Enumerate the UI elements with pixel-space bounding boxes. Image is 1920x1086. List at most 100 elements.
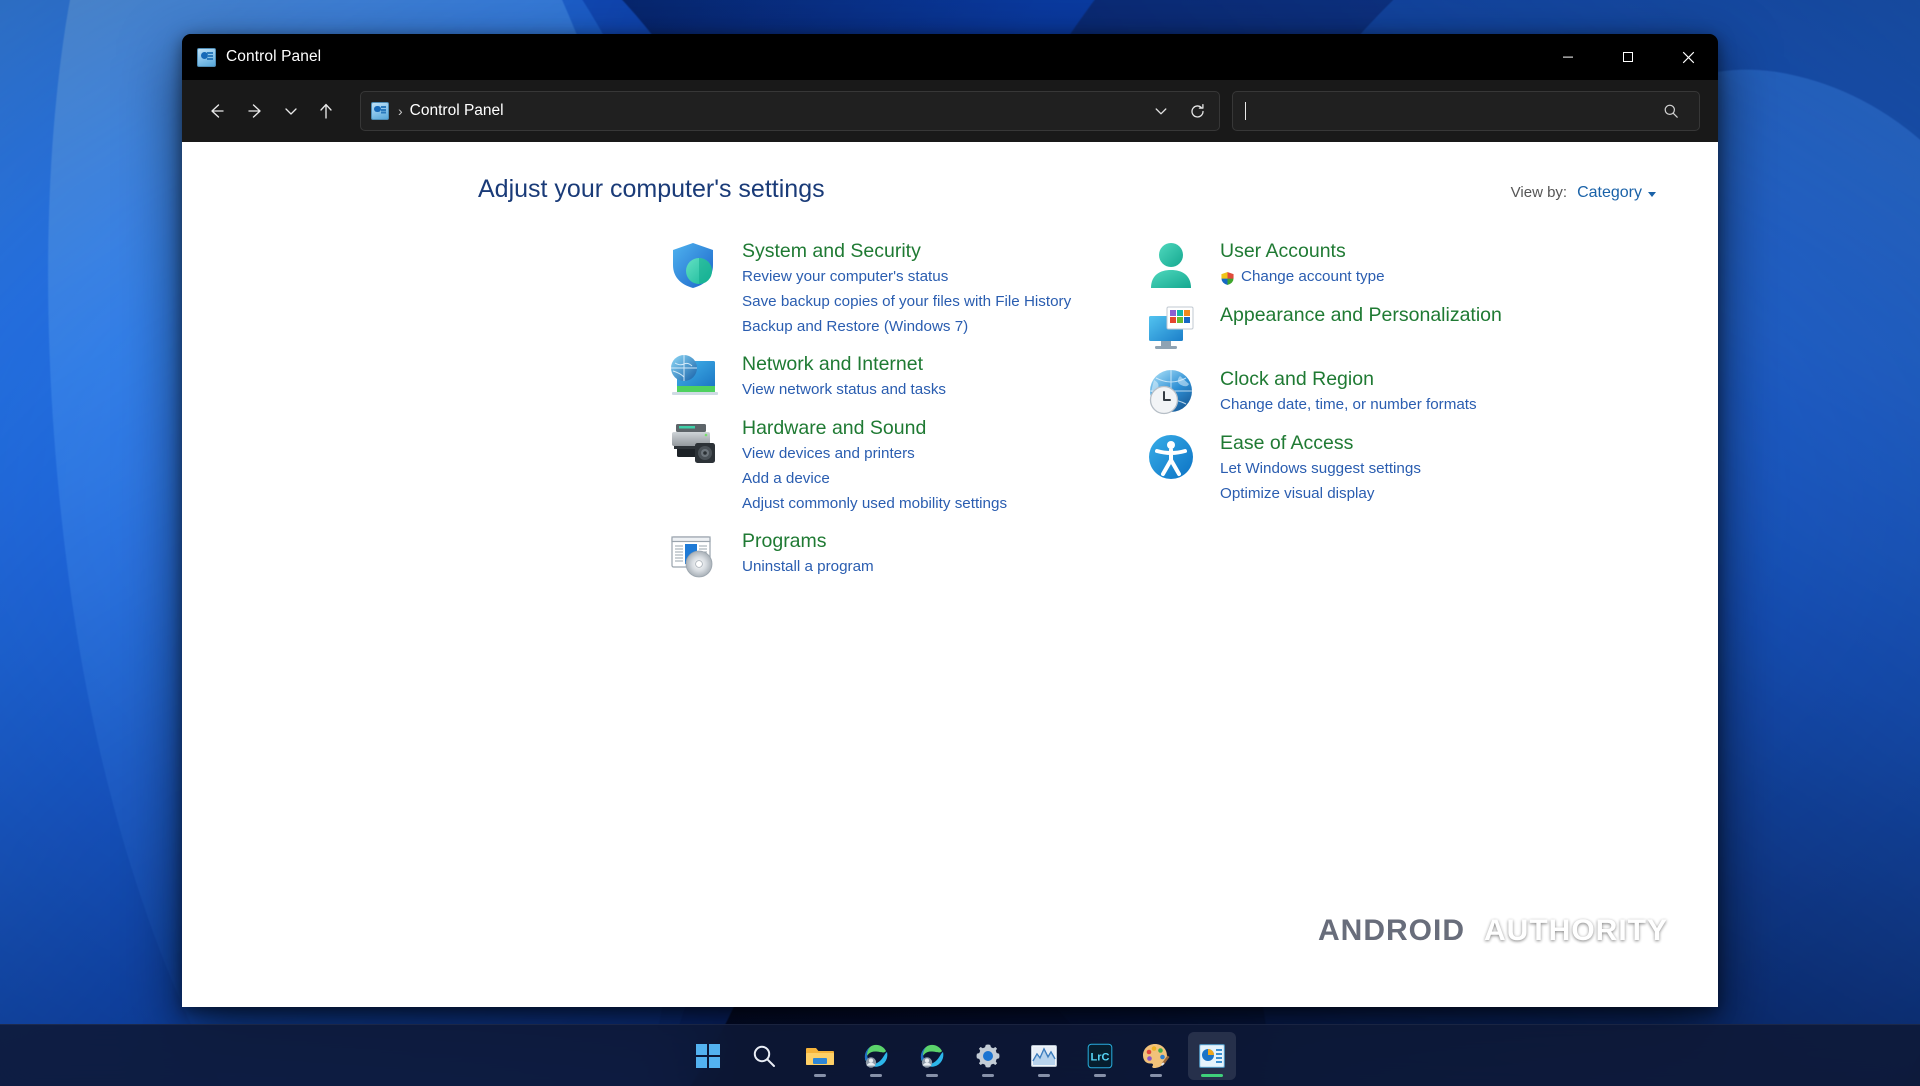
category-body: User Accounts Change account type xyxy=(1202,238,1385,290)
view-by-label: View by: xyxy=(1510,184,1568,201)
taskbar-start-button[interactable] xyxy=(684,1032,732,1080)
uac-shield-icon xyxy=(1220,269,1235,286)
clock-globe-icon[interactable] xyxy=(1140,366,1202,418)
taskbar-edge-browser-1[interactable] xyxy=(852,1032,900,1080)
recent-locations-button[interactable] xyxy=(276,92,306,130)
category-link[interactable]: Add a device xyxy=(742,466,1007,491)
category-link[interactable]: View network status and tasks xyxy=(742,377,946,402)
appearance-icon[interactable] xyxy=(1140,302,1202,354)
window-title: Control Panel xyxy=(226,48,322,65)
page-title: Adjust your computer's settings xyxy=(478,175,825,203)
address-bar[interactable]: › Control Panel xyxy=(360,91,1220,131)
window-controls xyxy=(1538,34,1718,80)
category-column-left: System and Security Review your computer'… xyxy=(662,238,1140,592)
network-monitor-icon[interactable] xyxy=(662,351,724,403)
breadcrumb-separator: › xyxy=(398,103,403,119)
category-body: Appearance and Personalization xyxy=(1202,302,1502,354)
taskbar-edge-browser-2[interactable] xyxy=(908,1032,956,1080)
category-link[interactable]: Optimize visual display xyxy=(1220,481,1421,506)
search-icon xyxy=(751,1043,777,1069)
control-panel-icon xyxy=(197,47,216,67)
category-title[interactable]: Programs xyxy=(742,528,874,554)
category-link[interactable]: Uninstall a program xyxy=(742,554,874,579)
category-title[interactable]: User Accounts xyxy=(1220,238,1385,264)
taskbar-paint-app[interactable] xyxy=(1132,1032,1180,1080)
folder-icon xyxy=(806,1044,834,1068)
category-title[interactable]: Appearance and Personalization xyxy=(1220,302,1502,328)
category-link-label: Add a device xyxy=(742,470,830,487)
maximize-button[interactable] xyxy=(1598,34,1658,80)
category-link[interactable]: Change date, time, or number formats xyxy=(1220,392,1477,417)
taskbar-lightroom-classic[interactable]: LrC xyxy=(1076,1032,1124,1080)
taskbar-settings-app[interactable] xyxy=(964,1032,1012,1080)
minimize-button[interactable] xyxy=(1538,34,1598,80)
category-link[interactable]: Change account type xyxy=(1220,264,1385,289)
forward-button[interactable] xyxy=(236,92,276,130)
category-link-label: Change date, time, or number formats xyxy=(1220,396,1477,413)
category-body: Programs Uninstall a program xyxy=(724,528,874,580)
category-grid: System and Security Review your computer'… xyxy=(182,204,1718,592)
category-link-label: View network status and tasks xyxy=(742,381,947,398)
refresh-icon[interactable] xyxy=(1179,94,1215,128)
view-by-dropdown[interactable]: Category xyxy=(1577,184,1656,202)
category-item: Hardware and Sound View devices and print… xyxy=(662,415,1140,516)
category-link-label: Change account type xyxy=(1241,268,1385,285)
search-icon[interactable] xyxy=(1653,94,1689,128)
category-link[interactable]: Backup and Restore (Windows 7) xyxy=(742,314,1071,339)
category-title[interactable]: Clock and Region xyxy=(1220,366,1477,392)
view-by-control: View by: Category xyxy=(1511,184,1656,202)
lrc-icon: LrC xyxy=(1087,1042,1113,1069)
category-body: Ease of Access Let Windows suggest settin… xyxy=(1202,430,1421,506)
category-link-label: Adjust commonly used mobility settings xyxy=(742,495,1008,512)
close-button[interactable] xyxy=(1658,34,1718,80)
category-item: User Accounts Change account type xyxy=(1140,238,1718,290)
navigation-toolbar: › Control Panel xyxy=(182,80,1718,142)
category-link[interactable]: Review your computer's status xyxy=(742,264,1071,289)
chart-icon xyxy=(1031,1044,1057,1067)
control-panel-icon xyxy=(1199,1043,1225,1068)
printer-speaker-icon[interactable] xyxy=(662,415,724,516)
category-link-label: Let Windows suggest settings xyxy=(1220,460,1421,477)
up-button[interactable] xyxy=(306,92,346,130)
edge-icon xyxy=(862,1042,890,1070)
category-item: System and Security Review your computer'… xyxy=(662,238,1140,339)
shield-icon[interactable] xyxy=(662,238,724,339)
category-title[interactable]: System and Security xyxy=(742,238,1071,264)
chevron-down-icon[interactable] xyxy=(1143,94,1179,128)
category-title[interactable]: Hardware and Sound xyxy=(742,415,1007,441)
taskbar-file-explorer[interactable] xyxy=(796,1032,844,1080)
search-input[interactable] xyxy=(1245,102,1653,120)
taskbar-control-panel-task[interactable] xyxy=(1188,1031,1236,1080)
category-item: Clock and Region Change date, time, or nu… xyxy=(1140,366,1718,418)
window-titlebar[interactable]: Control Panel xyxy=(182,34,1718,80)
search-box[interactable] xyxy=(1232,91,1700,131)
breadcrumb-path[interactable]: Control Panel xyxy=(410,102,1143,120)
category-item: Programs Uninstall a program xyxy=(662,528,1140,580)
taskbar: LrC xyxy=(0,1024,1920,1086)
taskbar-running-indicator xyxy=(870,1073,882,1077)
taskbar-task-manager[interactable] xyxy=(1020,1032,1068,1080)
category-item: Appearance and Personalization xyxy=(1140,302,1718,354)
control-panel-content: Adjust your computer's settings View by:… xyxy=(182,142,1718,1007)
category-body: Clock and Region Change date, time, or nu… xyxy=(1202,366,1477,418)
taskbar-search-button[interactable] xyxy=(740,1032,788,1080)
category-link[interactable]: Save backup copies of your files with Fi… xyxy=(742,289,1071,314)
taskbar-running-indicator xyxy=(982,1073,994,1077)
control-panel-icon xyxy=(371,102,389,120)
ease-of-access-icon[interactable] xyxy=(1140,430,1202,506)
category-item: Ease of Access Let Windows suggest settin… xyxy=(1140,430,1718,506)
control-panel-window: Control Panel › Control Panel Adjust you… xyxy=(182,34,1718,1007)
category-link-label: Backup and Restore (Windows 7) xyxy=(742,318,969,335)
user-account-icon[interactable] xyxy=(1140,238,1202,290)
category-title[interactable]: Ease of Access xyxy=(1220,430,1421,456)
category-link[interactable]: View devices and printers xyxy=(742,441,1007,466)
category-title[interactable]: Network and Internet xyxy=(742,351,946,377)
content-header: Adjust your computer's settings View by:… xyxy=(182,142,1718,204)
view-by-value: Category xyxy=(1577,184,1642,201)
back-button[interactable] xyxy=(196,92,236,130)
category-body: System and Security Review your computer'… xyxy=(724,238,1071,339)
category-link[interactable]: Let Windows suggest settings xyxy=(1220,456,1421,481)
taskbar-running-indicator xyxy=(1038,1073,1050,1077)
programs-disc-icon[interactable] xyxy=(662,528,724,580)
category-link[interactable]: Adjust commonly used mobility settings xyxy=(742,491,1007,516)
